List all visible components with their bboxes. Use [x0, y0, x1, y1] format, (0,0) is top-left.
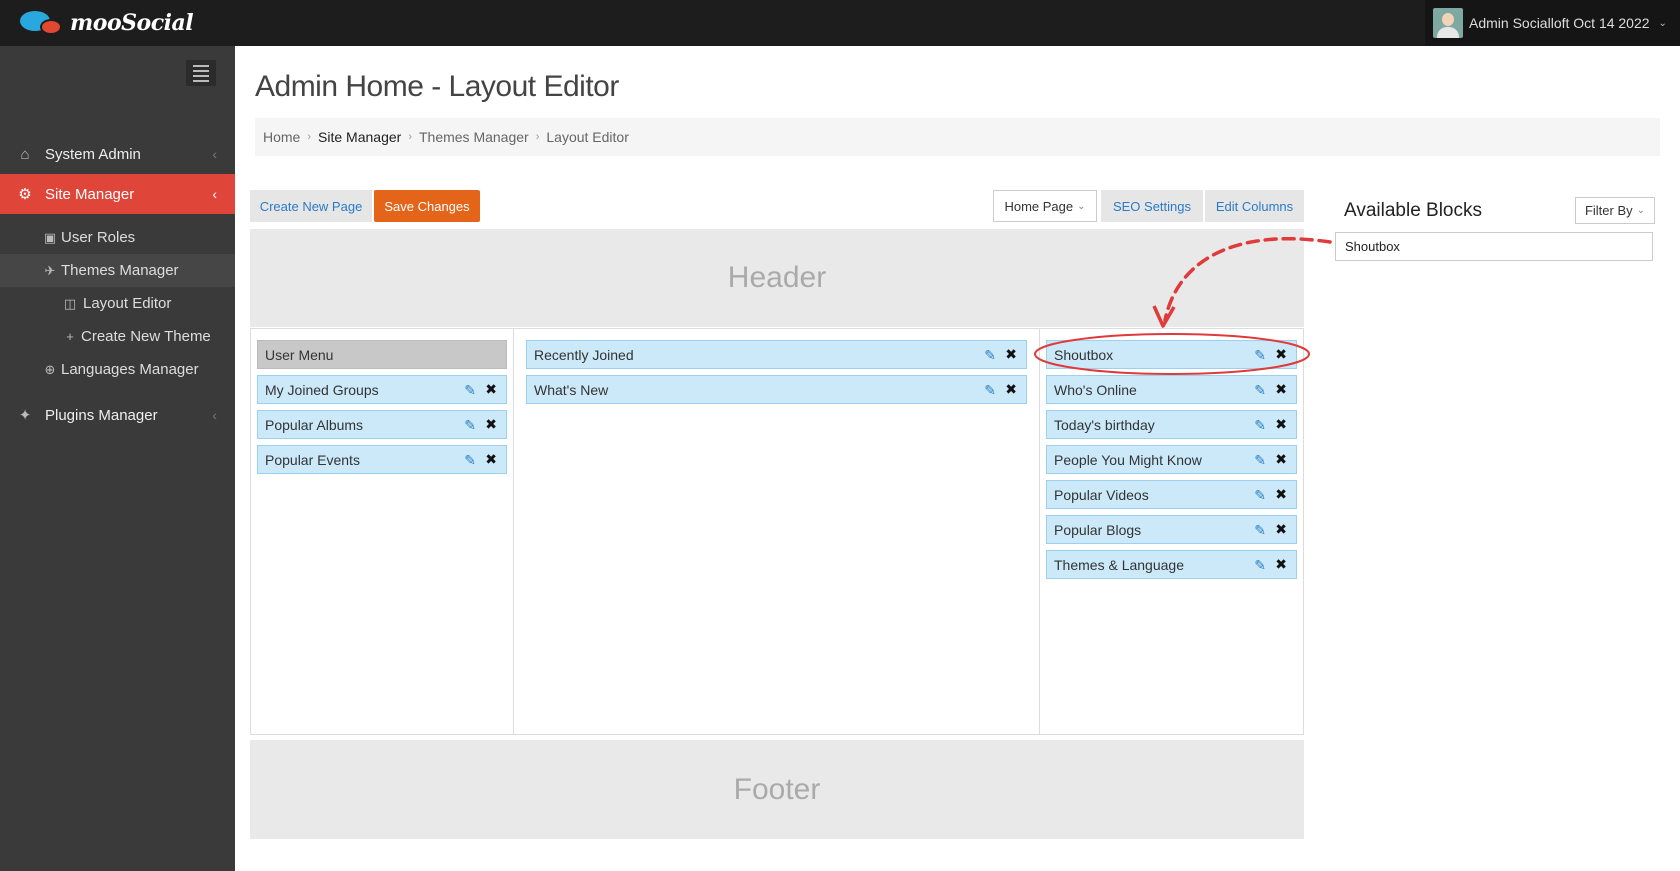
close-icon[interactable]: ✖: [1275, 556, 1287, 573]
edit-columns-button[interactable]: Edit Columns: [1205, 190, 1304, 222]
filter-by-dropdown[interactable]: Filter By ⌄: [1575, 197, 1655, 224]
close-icon[interactable]: ✖: [1275, 521, 1287, 538]
pencil-icon[interactable]: ✎: [1254, 487, 1266, 504]
block-people-you-might-know[interactable]: People You Might Know ✎ ✖: [1046, 445, 1297, 474]
tag-icon: ✦: [18, 407, 32, 424]
pencil-icon[interactable]: ✎: [1254, 522, 1266, 539]
footer-zone[interactable]: Footer: [250, 740, 1304, 839]
block-themes-language[interactable]: Themes & Language ✎ ✖: [1046, 550, 1297, 579]
breadcrumb-themes-manager[interactable]: Themes Manager: [419, 129, 529, 145]
sidebar-item-label: Site Manager: [45, 185, 135, 203]
gears-icon: ⚙: [18, 186, 32, 203]
block-whos-online[interactable]: Who's Online ✎ ✖: [1046, 375, 1297, 404]
block-todays-birthday[interactable]: Today's birthday ✎ ✖: [1046, 410, 1297, 439]
chevron-right-icon: ›: [408, 131, 412, 143]
pencil-icon[interactable]: ✎: [1254, 417, 1266, 434]
breadcrumb: Home › Site Manager › Themes Manager › L…: [255, 118, 1660, 156]
home-icon: ⌂: [20, 145, 30, 163]
sidebar-item-user-roles[interactable]: ▣ User Roles: [0, 221, 235, 254]
close-icon[interactable]: ✖: [1275, 416, 1287, 433]
rocket-icon: ✈: [44, 262, 56, 278]
briefcase-icon: ▣: [43, 229, 57, 245]
sidebar-item-plugins-manager[interactable]: ✦ Plugins Manager ‹: [0, 395, 235, 435]
page-title: Admin Home - Layout Editor: [255, 70, 619, 103]
pencil-icon[interactable]: ✎: [984, 347, 996, 364]
top-bar: mooSocial Admin Socialloft Oct 14 2022 ⌄: [0, 0, 1680, 46]
available-block-shoutbox[interactable]: Shoutbox: [1335, 232, 1653, 261]
sidebar-item-label: System Admin: [45, 145, 141, 163]
seo-settings-button[interactable]: SEO Settings: [1101, 190, 1203, 222]
block-recently-joined[interactable]: Recently Joined ✎ ✖: [526, 340, 1027, 369]
chevron-down-icon: ⌄: [1077, 200, 1086, 212]
columns-icon: ◫: [63, 295, 77, 311]
block-popular-blogs[interactable]: Popular Blogs ✎ ✖: [1046, 515, 1297, 544]
sidebar-item-site-manager[interactable]: ⚙ Site Manager ‹: [0, 174, 235, 214]
breadcrumb-site-manager[interactable]: Site Manager: [318, 129, 401, 145]
sidebar-item-system-admin[interactable]: ⌂ System Admin ‹: [0, 134, 235, 174]
close-icon[interactable]: ✖: [485, 416, 497, 433]
chevron-down-icon: ⌄: [1658, 17, 1667, 29]
block-my-joined-groups[interactable]: My Joined Groups ✎ ✖: [257, 375, 507, 404]
pencil-icon[interactable]: ✎: [1254, 452, 1266, 469]
sidebar-item-label: Plugins Manager: [45, 406, 158, 424]
hamburger-icon: [193, 64, 209, 67]
close-icon[interactable]: ✖: [485, 381, 497, 398]
block-popular-events[interactable]: Popular Events ✎ ✖: [257, 445, 507, 474]
sidebar-item-create-new-theme[interactable]: + Create New Theme: [0, 320, 235, 353]
pencil-icon[interactable]: ✎: [464, 417, 476, 434]
logo-text: mooSocial: [70, 10, 194, 36]
pencil-icon[interactable]: ✎: [464, 452, 476, 469]
pencil-icon[interactable]: ✎: [464, 382, 476, 399]
chevron-left-icon: ‹: [212, 407, 217, 423]
header-zone[interactable]: Header: [250, 229, 1304, 327]
block-popular-videos[interactable]: Popular Videos ✎ ✖: [1046, 480, 1297, 509]
sidebar-item-themes-manager[interactable]: ✈ Themes Manager: [0, 254, 235, 287]
block-user-menu[interactable]: User Menu: [257, 340, 507, 369]
close-icon[interactable]: ✖: [1005, 381, 1017, 398]
pencil-icon[interactable]: ✎: [984, 382, 996, 399]
pencil-icon[interactable]: ✎: [1254, 347, 1266, 364]
sidebar-item-languages-manager[interactable]: ⊕ Languages Manager: [0, 353, 235, 386]
close-icon[interactable]: ✖: [485, 451, 497, 468]
chevron-left-icon: ‹: [212, 186, 217, 202]
chevron-left-icon: ‹: [212, 146, 217, 162]
chevron-right-icon: ›: [535, 131, 540, 143]
column-divider: [513, 328, 514, 735]
close-icon[interactable]: ✖: [1275, 451, 1287, 468]
page-select-dropdown[interactable]: Home Page ⌄: [993, 190, 1097, 222]
logo-icon: [18, 9, 64, 37]
chevron-right-icon: ›: [307, 131, 312, 143]
breadcrumb-layout-editor: Layout Editor: [546, 129, 629, 145]
sidebar-item-layout-editor[interactable]: ◫ Layout Editor: [0, 287, 235, 320]
close-icon[interactable]: ✖: [1275, 346, 1287, 363]
block-popular-albums[interactable]: Popular Albums ✎ ✖: [257, 410, 507, 439]
avatar: [1433, 8, 1463, 38]
sidebar: ⌂ System Admin ‹ ⚙ Site Manager ‹ ▣ User…: [0, 46, 235, 871]
globe-icon: ⊕: [44, 361, 56, 377]
user-name: Admin Socialloft Oct 14 2022: [1469, 15, 1650, 31]
close-icon[interactable]: ✖: [1005, 346, 1017, 363]
logo[interactable]: mooSocial: [18, 9, 194, 37]
pencil-icon[interactable]: ✎: [1254, 557, 1266, 574]
close-icon[interactable]: ✖: [1275, 486, 1287, 503]
close-icon[interactable]: ✖: [1275, 381, 1287, 398]
save-changes-button[interactable]: Save Changes: [374, 190, 480, 222]
column-divider: [1039, 328, 1040, 735]
create-new-page-button[interactable]: Create New Page: [250, 190, 372, 222]
block-whats-new[interactable]: What's New ✎ ✖: [526, 375, 1027, 404]
block-shoutbox[interactable]: Shoutbox ✎ ✖: [1046, 340, 1297, 369]
menu-toggle-button[interactable]: [186, 60, 216, 86]
user-menu[interactable]: Admin Socialloft Oct 14 2022 ⌄: [1425, 0, 1680, 46]
plus-icon: +: [66, 329, 74, 344]
pencil-icon[interactable]: ✎: [1254, 382, 1266, 399]
chevron-down-icon: ⌄: [1636, 205, 1646, 216]
breadcrumb-home[interactable]: Home: [263, 129, 300, 145]
available-blocks-title: Available Blocks: [1344, 200, 1483, 221]
